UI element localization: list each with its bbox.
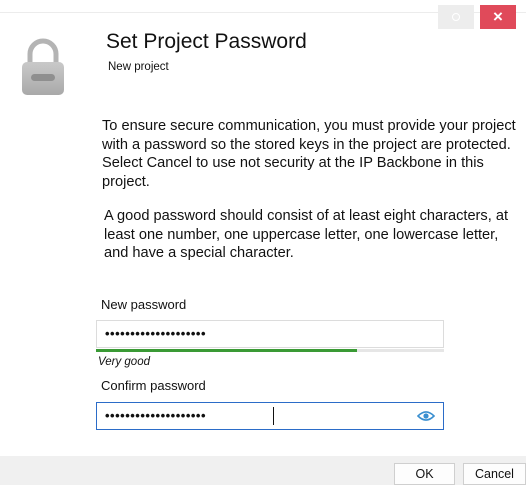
password-strength-label: Very good [98, 356, 150, 368]
new-password-label: New password [101, 297, 187, 312]
close-icon: × [493, 7, 503, 26]
new-password-value: •••••••••••••••••••• [105, 326, 207, 341]
lock-icon [22, 38, 64, 95]
restore-icon [452, 13, 460, 21]
dialog-title: Set Project Password [106, 30, 307, 53]
restore-button[interactable] [438, 5, 474, 29]
ok-button[interactable]: OK [394, 463, 455, 485]
text-caret [273, 407, 274, 425]
confirm-password-value: •••••••••••••••••••• [105, 408, 207, 423]
instruction-paragraph: To ensure secure communication, you must… [102, 118, 516, 190]
dialog-subtitle: New project [108, 61, 169, 73]
password-strength-fill [96, 349, 357, 352]
confirm-password-field[interactable]: •••••••••••••••••••• [96, 402, 444, 430]
confirm-password-label: Confirm password [101, 378, 206, 393]
new-password-field[interactable]: •••••••••••••••••••• [96, 320, 444, 348]
close-button[interactable]: × [480, 5, 516, 29]
cancel-button[interactable]: Cancel [463, 463, 526, 485]
eye-icon[interactable] [417, 410, 435, 422]
password-guidance-paragraph: A good password should consist of at lea… [104, 208, 508, 261]
password-strength-bar [96, 349, 444, 352]
